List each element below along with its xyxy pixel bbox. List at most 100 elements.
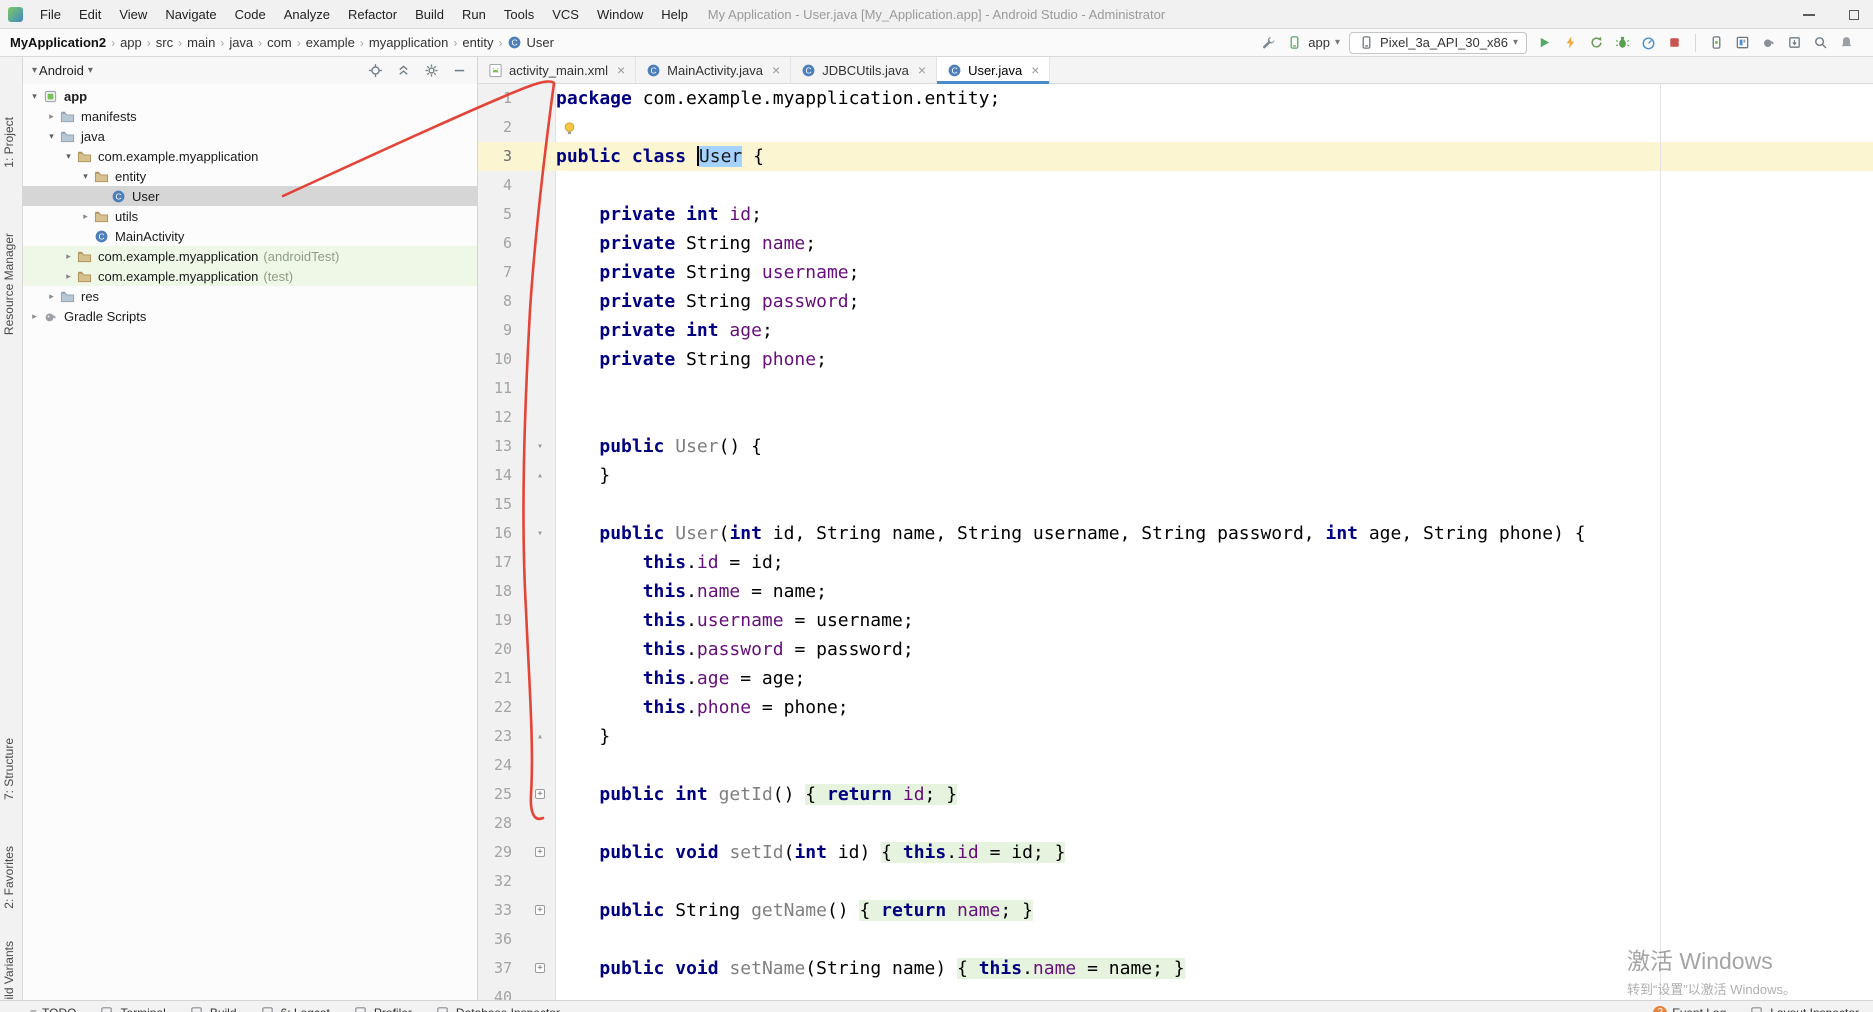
search-icon[interactable] <box>1812 34 1829 51</box>
code-line[interactable]: public void setId(int id) { this.id = id… <box>556 838 1873 867</box>
expand-arrow-icon[interactable]: ▸ <box>60 271 77 282</box>
code-line[interactable] <box>556 867 1873 896</box>
breadcrumb-item[interactable]: java <box>229 35 253 50</box>
expand-arrow-icon[interactable]: ▸ <box>43 111 60 122</box>
editor-tab[interactable]: CJDBCUtils.java× <box>791 57 937 83</box>
minimize-button[interactable] <box>1803 14 1815 16</box>
tool-window-button--structure[interactable]: 7: Structure <box>2 738 16 800</box>
folded-region-icon[interactable]: + <box>535 789 545 799</box>
code-line[interactable]: public void setName(String name) { this.… <box>556 954 1873 983</box>
status-bar-item[interactable]: Terminal <box>98 1004 165 1012</box>
code-line-row[interactable]: 9 private int age; <box>478 316 1873 345</box>
expand-arrow-icon[interactable]: ▸ <box>60 251 77 262</box>
code-line[interactable]: } <box>556 461 1873 490</box>
menu-item[interactable]: Edit <box>70 7 110 22</box>
breadcrumb-item[interactable]: main <box>187 35 215 50</box>
code-line-row[interactable]: 10 private String phone; <box>478 345 1873 374</box>
expand-arrow-icon[interactable]: ▾ <box>60 151 77 162</box>
folded-region-icon[interactable]: + <box>535 905 545 915</box>
code-line[interactable]: public User() { <box>556 432 1873 461</box>
menu-item[interactable]: VCS <box>543 7 588 22</box>
menu-item[interactable]: Code <box>226 7 275 22</box>
code-line-row[interactable]: 1package com.example.myapplication.entit… <box>478 84 1873 113</box>
tree-row[interactable]: ▾com.example.myapplication <box>23 146 477 166</box>
expand-arrow-icon[interactable]: ▾ <box>43 131 60 142</box>
folded-region-icon[interactable]: + <box>535 963 545 973</box>
editor-tab[interactable]: CMainActivity.java× <box>636 57 791 83</box>
code-line-row[interactable]: 25+ public int getId() { return id; } <box>478 780 1873 809</box>
tool-window-button--project[interactable]: 1: Project <box>2 117 16 168</box>
code-line[interactable]: private String username; <box>556 258 1873 287</box>
code-line-row[interactable]: 8 private String password; <box>478 287 1873 316</box>
code-line[interactable] <box>556 403 1873 432</box>
close-tab-icon[interactable]: × <box>617 63 625 77</box>
code-line-row[interactable]: 29+ public void setId(int id) { this.id … <box>478 838 1873 867</box>
apply-changes-icon[interactable] <box>1562 34 1579 51</box>
fold-marker-icon[interactable]: + <box>524 954 556 983</box>
breadcrumb-item[interactable]: example <box>306 35 355 50</box>
tree-row[interactable]: ▸manifests <box>23 106 477 126</box>
code-line[interactable] <box>556 171 1873 200</box>
code-line[interactable]: this.phone = phone; <box>556 693 1873 722</box>
code-line-row[interactable]: 22 this.phone = phone; <box>478 693 1873 722</box>
code-line-row[interactable]: 23▴ } <box>478 722 1873 751</box>
run-icon[interactable] <box>1536 34 1553 51</box>
notifications-icon[interactable] <box>1838 34 1855 51</box>
maximize-button[interactable] <box>1849 10 1859 20</box>
code-line[interactable]: private String name; <box>556 229 1873 258</box>
locate-icon[interactable] <box>367 62 384 79</box>
gradle-sync-icon[interactable] <box>1760 34 1777 51</box>
tree-row[interactable]: ▸Gradle Scripts <box>23 306 477 326</box>
breadcrumb-item[interactable]: com <box>267 35 292 50</box>
expand-arrow-icon[interactable]: ▸ <box>43 291 60 302</box>
menu-item[interactable]: Refactor <box>339 7 406 22</box>
code-line[interactable]: public String getName() { return name; } <box>556 896 1873 925</box>
code-line-row[interactable]: 14▴ } <box>478 461 1873 490</box>
menu-item[interactable]: Help <box>652 7 697 22</box>
status-bar-item[interactable]: Layout Inspector <box>1748 1004 1859 1012</box>
device-manager-icon[interactable] <box>1708 34 1725 51</box>
code-line-row[interactable]: 32 <box>478 867 1873 896</box>
project-view-selector[interactable]: Android <box>39 63 84 78</box>
code-line-row[interactable]: 3public class User { <box>478 142 1873 171</box>
fold-marker-icon[interactable]: ▴ <box>524 461 556 490</box>
tree-row[interactable]: ▸res <box>23 286 477 306</box>
code-line-row[interactable]: 28 <box>478 809 1873 838</box>
code-line-row[interactable]: 11 <box>478 374 1873 403</box>
fold-marker-icon[interactable]: + <box>524 838 556 867</box>
code-line[interactable]: package com.example.myapplication.entity… <box>556 84 1873 113</box>
breadcrumb-item[interactable]: src <box>156 35 173 50</box>
sdk-manager-icon[interactable] <box>1786 34 1803 51</box>
code-line[interactable]: private String phone; <box>556 345 1873 374</box>
code-line-row[interactable]: 20 this.password = password; <box>478 635 1873 664</box>
menu-item[interactable]: Build <box>406 7 453 22</box>
menu-item[interactable]: Run <box>453 7 495 22</box>
breadcrumb-item[interactable]: User <box>526 35 553 50</box>
status-bar-item[interactable]: Database Inspector <box>434 1004 560 1012</box>
code-line[interactable]: public int getId() { return id; } <box>556 780 1873 809</box>
code-line[interactable]: private int id; <box>556 200 1873 229</box>
menu-item[interactable]: Navigate <box>156 7 225 22</box>
code-line-row[interactable]: 2 <box>478 113 1873 142</box>
code-line[interactable]: } <box>556 722 1873 751</box>
layout-inspector-icon[interactable] <box>1734 34 1751 51</box>
status-bar-item[interactable]: Profiler <box>352 1004 412 1012</box>
tree-row[interactable]: ▸com.example.myapplication(test) <box>23 266 477 286</box>
code-line[interactable]: this.username = username; <box>556 606 1873 635</box>
expand-arrow-icon[interactable]: ▸ <box>26 311 43 322</box>
code-line-row[interactable]: 19 this.username = username; <box>478 606 1873 635</box>
breadcrumb-item[interactable]: app <box>120 35 142 50</box>
tree-row[interactable]: ▾app <box>23 86 477 106</box>
code-line[interactable]: private String password; <box>556 287 1873 316</box>
fold-marker-icon[interactable]: ▴ <box>524 722 556 751</box>
code-line-row[interactable]: 24 <box>478 751 1873 780</box>
code-line[interactable]: this.name = name; <box>556 577 1873 606</box>
code-line[interactable] <box>556 809 1873 838</box>
code-line-row[interactable]: 12 <box>478 403 1873 432</box>
fold-marker-icon[interactable]: ▾ <box>524 519 556 548</box>
menu-item[interactable]: View <box>110 7 156 22</box>
fold-marker-icon[interactable]: + <box>524 780 556 809</box>
tree-row[interactable]: ▾entity <box>23 166 477 186</box>
code-line-row[interactable]: 13▾ public User() { <box>478 432 1873 461</box>
tool-window-button-resource-manager[interactable]: Resource Manager <box>2 233 16 335</box>
